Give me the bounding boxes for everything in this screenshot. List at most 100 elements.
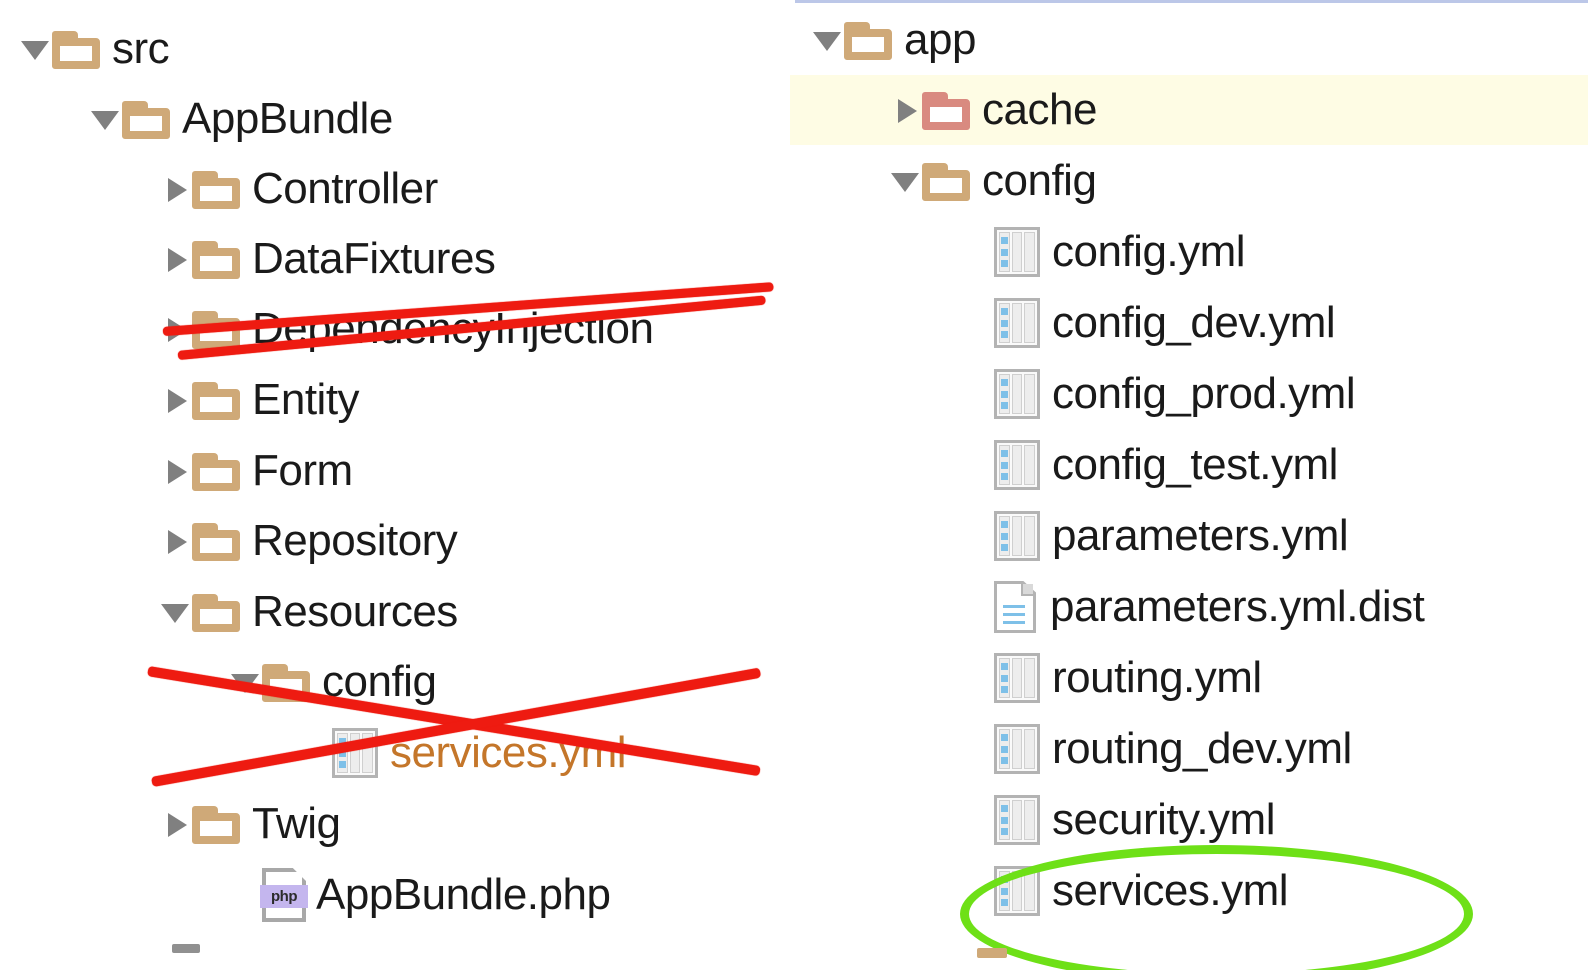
tree-row[interactable]: config_prod.yml	[790, 359, 1588, 429]
chevron-down-icon[interactable]	[88, 84, 122, 154]
folder-icon	[52, 28, 102, 70]
chevron-down-icon[interactable]	[810, 5, 844, 75]
yaml-file-icon	[994, 866, 1040, 916]
chevron-down-icon[interactable]	[888, 146, 922, 216]
chevron-down-icon[interactable]	[158, 577, 192, 647]
tree-row[interactable]: config_dev.yml	[790, 288, 1588, 358]
twisty-placeholder	[960, 288, 994, 358]
tree-row[interactable]: config_test.yml	[790, 430, 1588, 500]
folder-icon	[122, 98, 172, 140]
folder-icon	[192, 520, 242, 562]
clipped-twisty-fragment	[172, 944, 200, 953]
tree-row[interactable]: config	[0, 647, 790, 717]
tree-row[interactable]: DependencyInjection	[0, 294, 790, 364]
tree-row[interactable]: routing.yml	[790, 643, 1588, 713]
yaml-file-icon	[994, 227, 1040, 277]
chevron-right-icon[interactable]	[158, 789, 192, 859]
twisty-placeholder	[960, 785, 994, 855]
tree-row[interactable]: services.yml	[0, 718, 790, 788]
tree-row-label: Controller	[252, 164, 438, 213]
tree-row[interactable]: src	[0, 14, 790, 84]
tree-row-label: services.yml	[390, 728, 627, 777]
tree-row-label: AppBundle.php	[316, 870, 611, 919]
folder-icon	[922, 89, 972, 131]
php-badge-label: php	[260, 885, 308, 908]
yaml-file-icon	[994, 369, 1040, 419]
tree-row[interactable]: php AppBundle.php	[0, 860, 790, 930]
chevron-right-icon[interactable]	[158, 224, 192, 294]
chevron-right-icon[interactable]	[888, 75, 922, 145]
folder-icon	[844, 19, 894, 61]
tree-row-label: DependencyInjection	[252, 304, 654, 353]
tree-row[interactable]: Repository	[0, 506, 790, 576]
tree-row-label: app	[904, 15, 976, 64]
tree-row[interactable]: routing_dev.yml	[790, 714, 1588, 784]
tree-row-label: config	[322, 657, 437, 706]
tree-row[interactable]: config	[790, 146, 1588, 216]
folder-icon	[262, 661, 312, 703]
yaml-file-icon	[994, 298, 1040, 348]
tree-row[interactable]: Resources	[0, 577, 790, 647]
tree-row[interactable]: Twig	[0, 789, 790, 859]
chevron-right-icon[interactable]	[158, 506, 192, 576]
chevron-right-icon[interactable]	[158, 294, 192, 364]
tree-row-label: config	[982, 156, 1097, 205]
php-file-icon: php	[260, 868, 308, 922]
folder-icon	[192, 308, 242, 350]
folder-icon	[192, 168, 242, 210]
tree-row[interactable]: parameters.yml	[790, 501, 1588, 571]
twisty-placeholder	[228, 860, 262, 930]
tree-row[interactable]: parameters.yml.dist	[790, 572, 1588, 642]
chevron-down-icon[interactable]	[18, 14, 52, 84]
tree-row-label: parameters.yml	[1052, 511, 1349, 560]
folder-icon	[192, 803, 242, 845]
yaml-file-icon	[994, 440, 1040, 490]
tree-row[interactable]: AppBundle	[0, 84, 790, 154]
chevron-right-icon[interactable]	[158, 365, 192, 435]
twisty-placeholder	[960, 359, 994, 429]
tree-row-label: Form	[252, 446, 353, 495]
yaml-file-icon	[994, 653, 1040, 703]
chevron-right-icon[interactable]	[158, 436, 192, 506]
chevron-right-icon[interactable]	[158, 154, 192, 224]
yaml-file-icon	[994, 724, 1040, 774]
tree-row[interactable]: cache	[790, 75, 1588, 145]
tree-row[interactable]: security.yml	[790, 785, 1588, 855]
twisty-placeholder	[960, 856, 994, 926]
tree-row[interactable]: app	[790, 5, 1588, 75]
folder-icon	[192, 591, 242, 633]
tree-row-label: Repository	[252, 516, 458, 565]
chevron-down-icon[interactable]	[228, 647, 262, 717]
tree-row-label: Resources	[252, 587, 458, 636]
tree-row-label: AppBundle	[182, 94, 393, 143]
tree-row[interactable]: config.yml	[790, 217, 1588, 287]
tree-row[interactable]: DataFixtures	[0, 224, 790, 294]
twisty-placeholder	[960, 430, 994, 500]
tree-row[interactable]: services.yml	[790, 856, 1588, 926]
tree-row-label: config_test.yml	[1052, 440, 1338, 489]
tree-row[interactable]: Form	[0, 436, 790, 506]
folder-icon	[192, 450, 242, 492]
tree-row[interactable]: Controller	[0, 154, 790, 224]
tree-row-label: Twig	[252, 799, 341, 848]
yaml-file-icon	[332, 728, 378, 778]
tree-row-label: config_dev.yml	[1052, 298, 1336, 347]
screenshot-root: src AppBundle Controller DataFixtures Depend…	[0, 0, 1588, 970]
tree-row[interactable]: Entity	[0, 365, 790, 435]
panel-top-divider	[795, 0, 1588, 3]
